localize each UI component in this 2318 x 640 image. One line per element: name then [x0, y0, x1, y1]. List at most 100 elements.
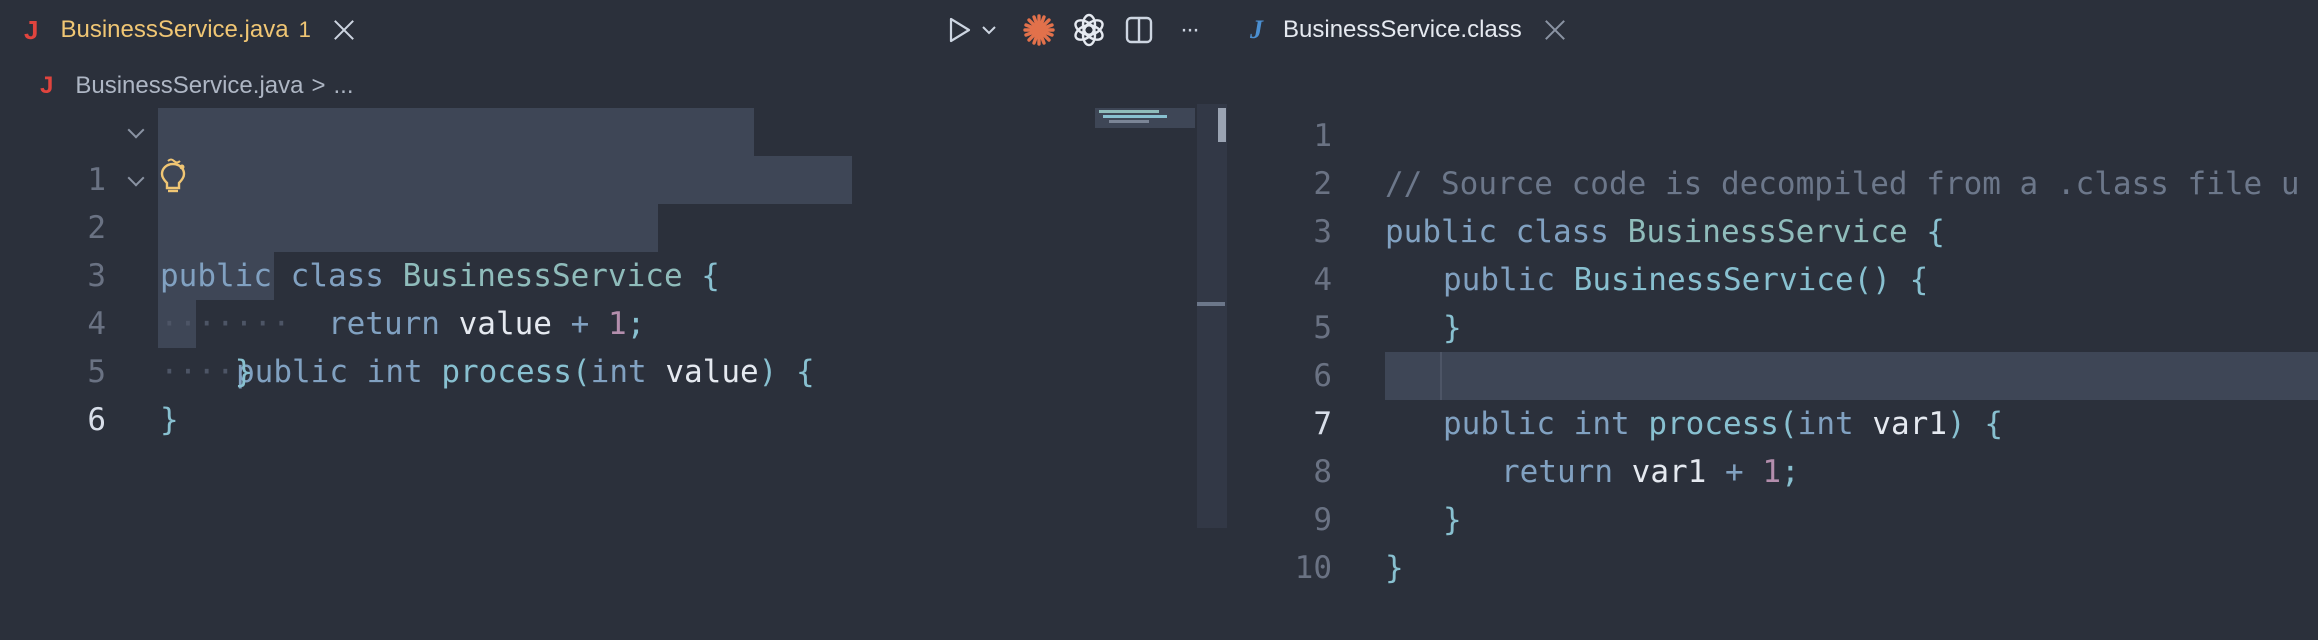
token: BusinessService	[1627, 214, 1908, 250]
vertical-scrollbar[interactable]	[1197, 104, 1227, 528]
lightbulb-icon[interactable]	[158, 158, 188, 194]
token: value	[665, 354, 759, 390]
token: +	[570, 306, 590, 342]
right-code-editor[interactable]: 1 // Source code is decompiled from a .c…	[1230, 64, 2318, 586]
line-number: 10	[1294, 550, 1332, 586]
token: }	[1385, 550, 1404, 586]
class-file-icon: J	[1250, 15, 1263, 44]
code-comment: // Source code is decompiled from a .cla…	[1385, 166, 2300, 202]
token: class	[290, 258, 384, 294]
code-text: public class BusinessService {	[1385, 208, 1945, 256]
run-dropdown-button[interactable]	[977, 10, 1001, 50]
token: )	[1946, 406, 1966, 442]
claude-button[interactable]	[1019, 10, 1059, 50]
openai-icon	[1074, 13, 1104, 47]
line-number: 6	[87, 402, 106, 438]
problems-badge: 1	[298, 17, 311, 42]
token: int	[1797, 406, 1854, 442]
token: {	[1909, 262, 1929, 298]
token: var1	[1631, 454, 1707, 490]
right-editor-group: J BusinessService.class 1 // Source code…	[1230, 0, 2318, 586]
token: BusinessService	[1573, 262, 1854, 298]
editor-toolbar: ···	[945, 0, 1207, 60]
token: 1	[607, 306, 627, 342]
code-line: 2 public int process(int value) {	[0, 156, 815, 390]
code-text: }	[1443, 496, 1462, 544]
code-line: 3 ······· return value + 1;	[0, 204, 645, 342]
more-actions-button[interactable]: ···	[1171, 10, 1207, 50]
right-tab-bar: J BusinessService.class	[1230, 0, 2318, 60]
code-text: ······· return value + 1;	[160, 300, 645, 348]
code-line: 5 }	[0, 300, 178, 438]
run-button[interactable]	[945, 10, 975, 50]
split-editor-button[interactable]	[1121, 10, 1157, 50]
code-line: 7 return var1 + 1;	[1230, 352, 1799, 490]
code-text: public class BusinessService {	[160, 252, 720, 300]
fold-chevron-icon[interactable]	[128, 174, 142, 188]
code-line: 3 public BusinessService() {	[1230, 160, 1928, 298]
token: public	[160, 258, 272, 294]
token: }	[234, 354, 254, 390]
token: return	[327, 306, 440, 342]
token: ;	[626, 306, 646, 342]
token: BusinessService	[402, 258, 683, 294]
code-text: ····}	[160, 348, 253, 396]
code-text: public int process(int var1) {	[1443, 400, 2003, 448]
token: public	[1443, 262, 1555, 298]
code-text: public BusinessService() {	[1443, 256, 1928, 304]
tab-title: BusinessService.class	[1283, 16, 1522, 43]
code-line: 2 public class BusinessService {	[1230, 112, 1945, 250]
token: int	[590, 354, 647, 390]
code-line: 4 ····}	[0, 252, 253, 390]
token: class	[1515, 214, 1609, 250]
breadcrumb-file[interactable]: BusinessService.java	[75, 72, 303, 100]
token: 1	[1762, 454, 1781, 490]
left-code-editor[interactable]: 1 public class BusinessService { 2 publi…	[0, 108, 1095, 528]
token: int	[1573, 406, 1630, 442]
token: ;	[1781, 454, 1800, 490]
tab-title: BusinessService.java	[60, 16, 289, 43]
code-line: 4 }	[1230, 208, 1461, 346]
indent-guide-dots: ····	[160, 354, 235, 390]
java-file-icon: J	[40, 72, 54, 99]
close-icon[interactable]	[333, 19, 355, 41]
token: process	[1648, 406, 1779, 442]
tab-businessservice-class[interactable]: J BusinessService.class	[1230, 0, 1566, 60]
left-editor-group: J BusinessService.java 1 ··· J BusinessS…	[0, 0, 1230, 528]
token: }	[1443, 502, 1462, 538]
token: {	[1926, 214, 1945, 250]
code-text: return var1 + 1;	[1501, 448, 1800, 496]
token: public	[1443, 406, 1555, 442]
token: }	[160, 402, 179, 438]
code-text: public int process(int value) {	[236, 348, 815, 396]
openai-button[interactable]	[1069, 10, 1109, 50]
code-line: 6 public int process(int var1) {	[1230, 304, 2003, 442]
token: (	[1778, 406, 1798, 442]
token: {	[701, 258, 720, 294]
code-line: 1 // Source code is decompiled from a .c…	[1230, 64, 2299, 202]
scrollbar-thumb[interactable]	[1218, 108, 1226, 142]
code-line: 8 }	[1230, 400, 1461, 538]
java-file-icon: J	[24, 14, 39, 45]
token: public	[1385, 214, 1497, 250]
tab-businessservice-java[interactable]: J BusinessService.java 1	[0, 0, 355, 60]
split-editor-icon	[1125, 16, 1153, 44]
close-icon[interactable]	[1544, 19, 1566, 41]
code-text: }	[1385, 544, 1404, 592]
scrollbar-marker	[1197, 302, 1225, 306]
token: (	[571, 354, 591, 390]
breadcrumb-separator: >	[311, 72, 326, 99]
claude-icon	[1023, 14, 1055, 46]
minimap[interactable]	[1095, 104, 1195, 528]
code-line: 1 public class BusinessService {	[0, 108, 720, 294]
indent-guide-dots: ·······	[160, 306, 291, 342]
breadcrumb-symbol[interactable]: ...	[333, 72, 353, 100]
fold-chevron-icon[interactable]	[128, 126, 142, 140]
code-line: 5	[1230, 256, 1342, 346]
token: value	[458, 306, 552, 342]
code-line: 10	[1230, 496, 1342, 586]
code-line: 9 }	[1230, 448, 1403, 586]
chevron-down-icon	[982, 26, 996, 35]
token: return	[1501, 454, 1613, 490]
token: process	[441, 354, 572, 390]
